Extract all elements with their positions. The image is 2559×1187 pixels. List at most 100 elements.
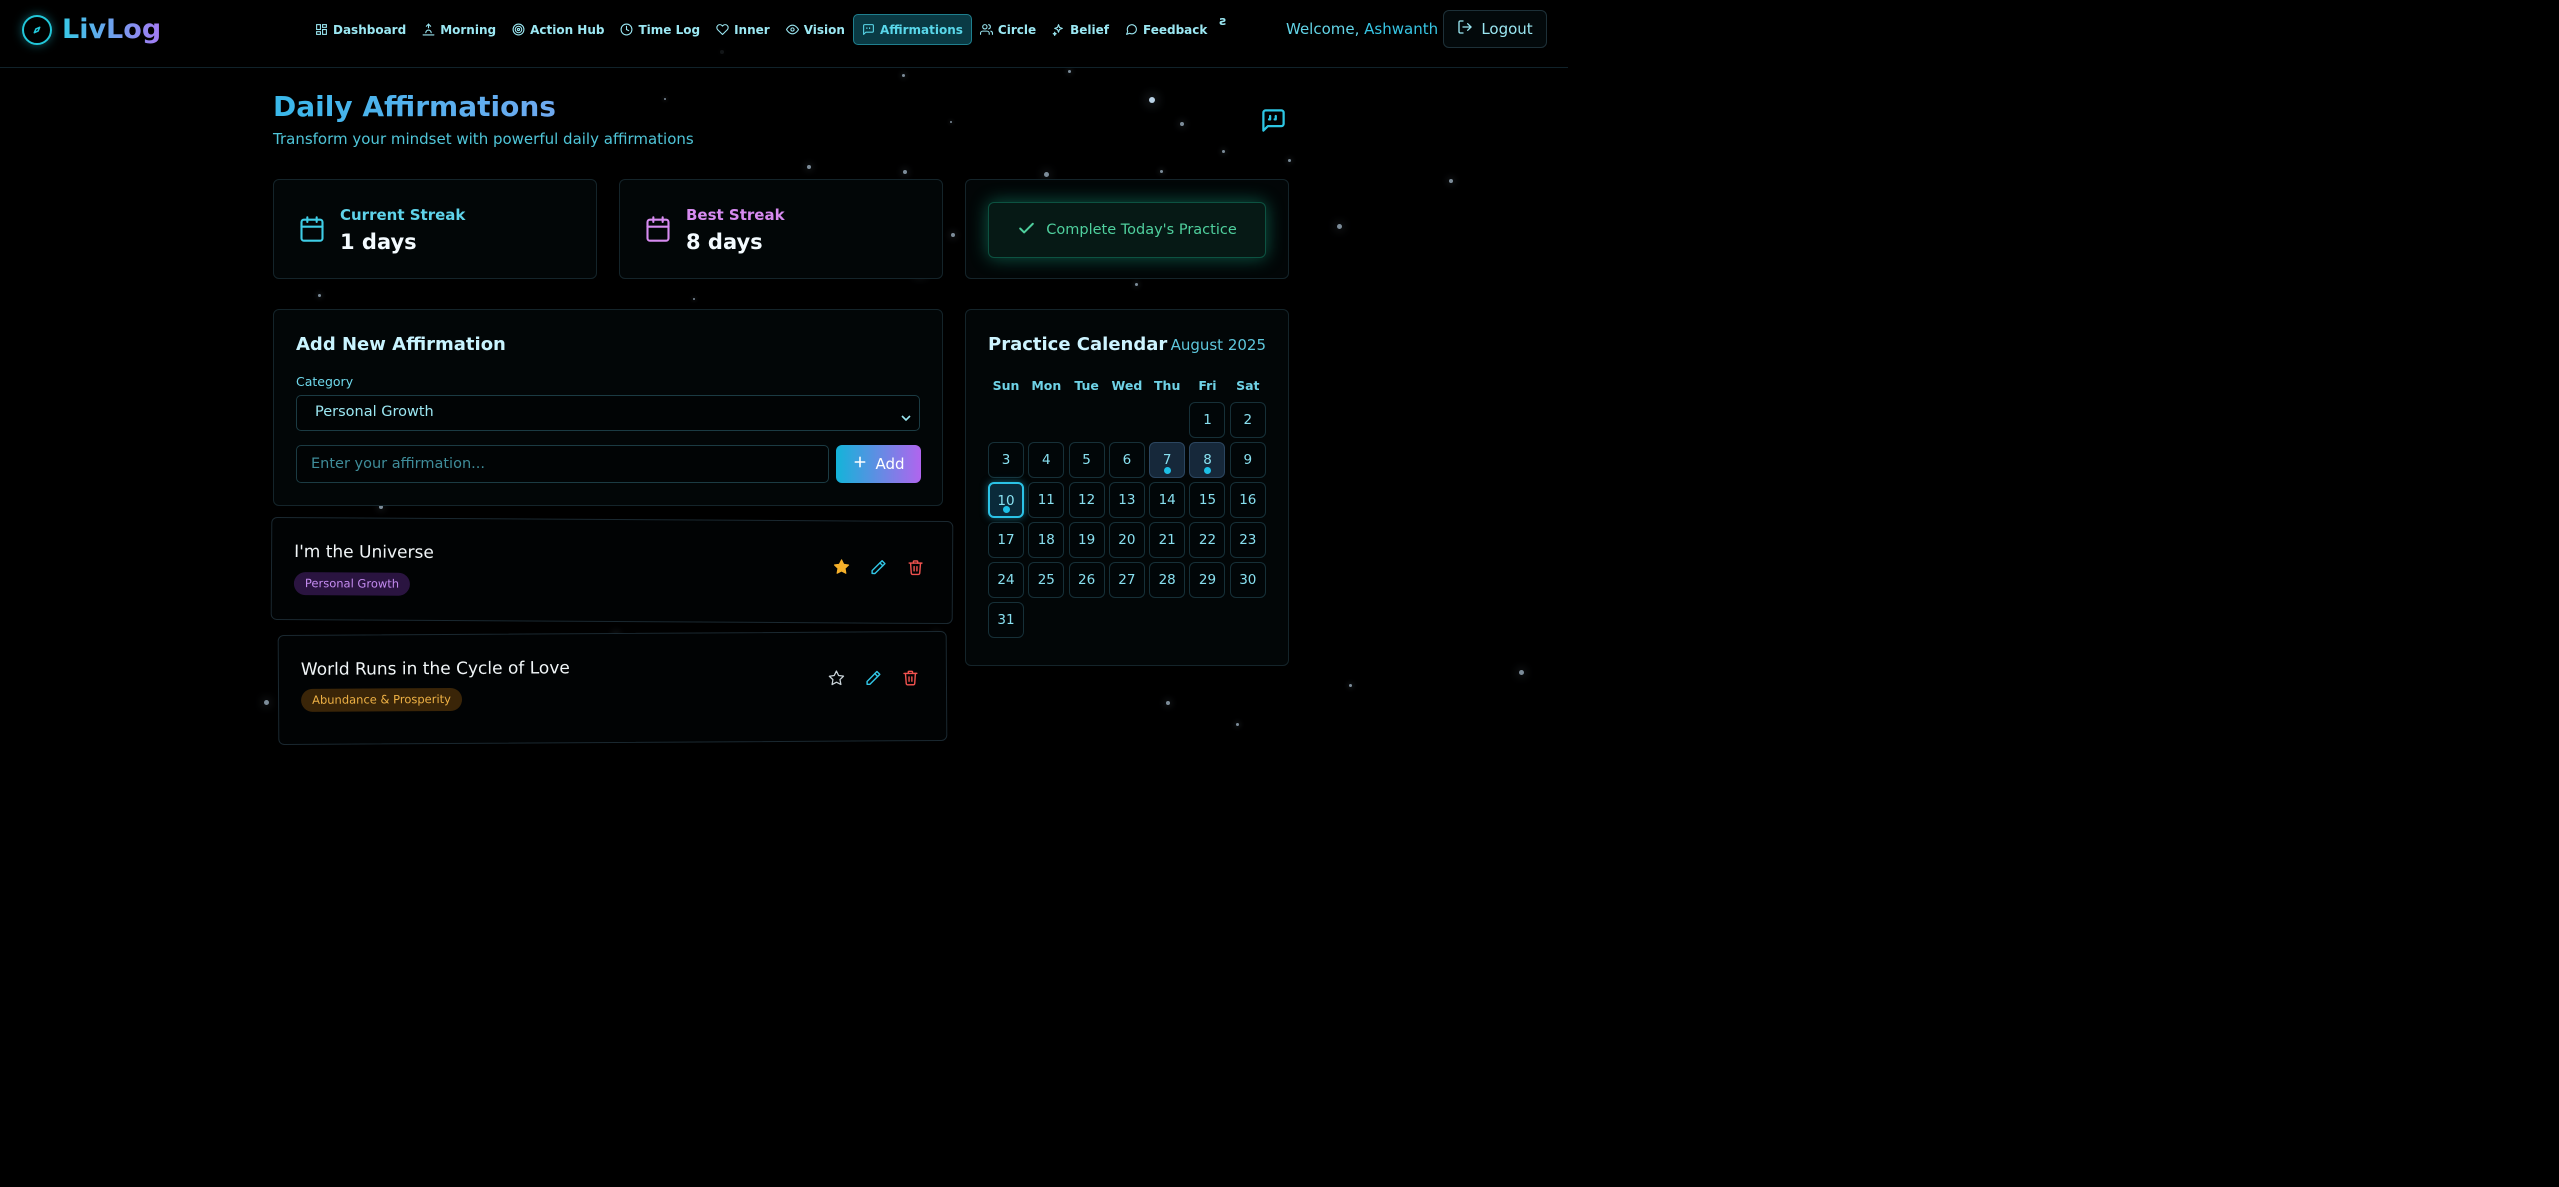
best-streak-value: 8 days: [686, 230, 763, 254]
calendar-day[interactable]: 14: [1149, 482, 1186, 518]
edit-icon[interactable]: [865, 669, 882, 686]
nav-item-time-log[interactable]: Time Log: [612, 14, 708, 45]
calendar-day[interactable]: 13: [1108, 482, 1145, 518]
logout-button[interactable]: Logout: [1443, 10, 1547, 48]
nav-item-label: Action Hub: [530, 22, 605, 37]
star-decoration: [1160, 170, 1163, 173]
star-decoration: [1349, 684, 1352, 687]
calendar-day[interactable]: 18: [1028, 522, 1065, 558]
nav-item-belief[interactable]: Belief: [1044, 14, 1117, 45]
calendar-grid: Sun Mon Tue Wed Thu Fri Sat 1 2 3 4 5 6 7 8 9 10 11 12 13 14…: [988, 374, 1266, 638]
nav-item-affirmations[interactable]: Affirmations: [852, 14, 972, 45]
category-tag: Abundance & Prosperity: [300, 687, 463, 712]
calendar-blank: [988, 402, 1024, 438]
nav-item-action-hub[interactable]: Action Hub: [504, 14, 612, 45]
calendar-day[interactable]: 5: [1068, 442, 1105, 478]
app-name: LivLog: [62, 14, 162, 45]
calendar-blank: [1069, 402, 1105, 438]
calendar-day-number: 18: [1037, 532, 1055, 548]
calendar-day[interactable]: 12: [1068, 482, 1105, 518]
nav-item-inner[interactable]: Inner: [708, 14, 778, 45]
affirmation-text: I'm the Universe: [294, 542, 434, 563]
nav-item-label: Affirmations: [879, 22, 963, 37]
calendar-day[interactable]: 7: [1149, 442, 1186, 478]
calendar-day[interactable]: 11: [1028, 482, 1065, 518]
practice-dot: [1163, 467, 1171, 474]
star-decoration: [1044, 172, 1049, 177]
calendar-month: August 2025: [1170, 336, 1266, 354]
category-tag: Personal Growth: [293, 572, 411, 596]
target-icon: [512, 23, 525, 36]
category-value: Personal Growth: [315, 404, 434, 420]
calendar-day[interactable]: 17: [988, 522, 1024, 558]
trash-icon[interactable]: [907, 559, 924, 576]
calendar-day[interactable]: 4: [1028, 442, 1065, 478]
calendar-day[interactable]: 26: [1068, 562, 1105, 598]
page-title: Daily Affirmations: [273, 90, 556, 123]
nav-item-circle[interactable]: Circle: [972, 14, 1044, 45]
calendar-day[interactable]: 16: [1229, 482, 1266, 518]
calendar-day[interactable]: 22: [1189, 522, 1226, 558]
calendar-day-today[interactable]: 10: [988, 482, 1024, 518]
current-streak-card: Current Streak 1 days: [273, 179, 597, 279]
calendar-blank: [1028, 402, 1064, 438]
calendar-day-number: 1: [1203, 412, 1212, 428]
calendar-day-number: 25: [1037, 572, 1055, 588]
calendar-day[interactable]: 25: [1028, 562, 1065, 598]
calendar-day[interactable]: 6: [1108, 442, 1145, 478]
plus-icon: [852, 454, 868, 474]
app-logo[interactable]: LivLog: [22, 14, 161, 45]
calendar-day[interactable]: 30: [1229, 562, 1266, 598]
star-decoration: [664, 98, 666, 100]
calendar-day[interactable]: 23: [1229, 522, 1266, 558]
affirmation-input[interactable]: [296, 445, 829, 483]
calendar-day[interactable]: 20: [1108, 522, 1145, 558]
edit-icon[interactable]: [870, 559, 887, 576]
affirmation-card: World Runs in the Cycle of Love Abundanc…: [277, 630, 948, 746]
calendar-day-number: 15: [1198, 492, 1217, 508]
calendar-day[interactable]: 9: [1229, 442, 1266, 478]
star-outline-icon[interactable]: [828, 670, 845, 687]
calendar-day-number: 14: [1158, 492, 1176, 508]
chevron-down-icon: [901, 410, 911, 426]
calendar-day-number: 20: [1118, 532, 1136, 548]
calendar-day-number: 16: [1239, 492, 1257, 508]
star-decoration: [1236, 723, 1239, 726]
nav-item-vision[interactable]: Vision: [778, 14, 853, 45]
nav-item-feedback[interactable]: Feedback: [1117, 14, 1215, 45]
weekday-label: Mon: [1031, 378, 1062, 393]
calendar-day-number: 22: [1198, 532, 1217, 548]
calendar-day-number: 13: [1118, 492, 1136, 508]
star-filled-icon[interactable]: [833, 558, 850, 575]
category-select[interactable]: Personal Growth: [296, 395, 920, 431]
nav-item-label: Morning: [440, 22, 497, 37]
message-quote-icon[interactable]: [1260, 107, 1287, 134]
trash-icon[interactable]: [902, 669, 919, 686]
calendar-day[interactable]: 21: [1149, 522, 1186, 558]
calendar-day-number: 3: [1001, 452, 1011, 468]
calendar-day[interactable]: 19: [1068, 522, 1105, 558]
nav-item-morning[interactable]: Morning: [414, 14, 504, 45]
nav-overflow-indicator[interactable]: ƨ: [1215, 14, 1230, 45]
calendar-day[interactable]: 24: [988, 562, 1024, 598]
practice-card: Complete Today's Practice: [965, 179, 1289, 279]
calendar-day[interactable]: 8: [1189, 442, 1226, 478]
calendar-day[interactable]: 27: [1108, 562, 1145, 598]
practice-dot: [1203, 467, 1211, 474]
complete-practice-button[interactable]: Complete Today's Practice: [988, 202, 1266, 258]
add-affirmation-button[interactable]: Add: [836, 445, 921, 483]
calendar-day-number: 17: [997, 532, 1015, 548]
calendar-day[interactable]: 29: [1189, 562, 1226, 598]
calendar-day[interactable]: 3: [988, 442, 1024, 478]
calendar-day[interactable]: 2: [1229, 402, 1266, 438]
nav-item-dashboard[interactable]: Dashboard: [307, 14, 414, 45]
weekday-label: Thu: [1154, 378, 1181, 393]
star-decoration: [807, 165, 811, 169]
calendar-day[interactable]: 1: [1189, 402, 1226, 438]
calendar-day[interactable]: 15: [1189, 482, 1226, 518]
calendar-day[interactable]: 31: [988, 602, 1024, 638]
nav-item-label: Vision: [803, 22, 845, 37]
star-decoration: [1519, 670, 1524, 675]
calendar-day[interactable]: 28: [1149, 562, 1186, 598]
current-streak-value: 1 days: [340, 230, 417, 254]
